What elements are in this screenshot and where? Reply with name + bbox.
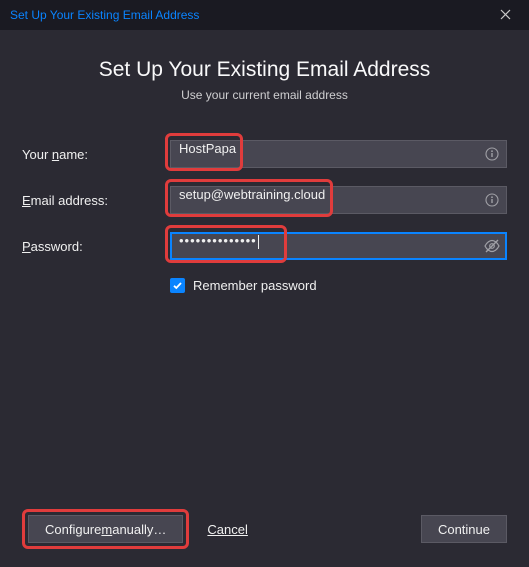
page-subheading: Use your current email address	[22, 88, 507, 102]
row-email: Email address: setup@webtraining.cloud	[22, 186, 507, 214]
email-input[interactable]: setup@webtraining.cloud	[170, 186, 507, 214]
email-input-wrap: setup@webtraining.cloud	[170, 186, 507, 214]
close-icon	[500, 7, 511, 23]
info-icon	[483, 191, 501, 209]
configure-manually-button[interactable]: Configure manually…	[28, 515, 183, 543]
page-heading: Set Up Your Existing Email Address	[22, 58, 507, 82]
continue-button[interactable]: Continue	[421, 515, 507, 543]
password-input-value: ••••••••••••••	[179, 233, 257, 248]
remember-label: Remember password	[193, 278, 317, 293]
row-name: Your name: HostPapa	[22, 140, 507, 168]
cancel-button[interactable]: Cancel	[207, 522, 247, 537]
window-title: Set Up Your Existing Email Address	[10, 8, 199, 22]
dialog-footer: Configure manually… Cancel Continue	[22, 509, 507, 549]
close-button[interactable]	[481, 0, 529, 30]
row-password: Password: ••••••••••••••	[22, 232, 507, 260]
row-remember: Remember password	[170, 278, 507, 293]
remember-checkbox[interactable]	[170, 278, 185, 293]
toggle-password-visibility-icon[interactable]	[483, 237, 501, 255]
email-label: Email address:	[22, 193, 170, 208]
name-input[interactable]: HostPapa	[170, 140, 507, 168]
check-icon	[172, 280, 183, 291]
email-input-value: setup@webtraining.cloud	[179, 187, 325, 202]
name-label: Your name:	[22, 147, 170, 162]
text-caret	[258, 235, 259, 249]
dialog-content: Set Up Your Existing Email Address Use y…	[0, 30, 529, 293]
password-label: Password:	[22, 239, 170, 254]
titlebar: Set Up Your Existing Email Address	[0, 0, 529, 30]
info-icon	[483, 145, 501, 163]
annotation-highlight: Configure manually…	[22, 509, 189, 549]
password-input-wrap: ••••••••••••••	[170, 232, 507, 260]
name-input-value: HostPapa	[179, 141, 236, 156]
password-input[interactable]: ••••••••••••••	[170, 232, 507, 260]
name-input-wrap: HostPapa	[170, 140, 507, 168]
